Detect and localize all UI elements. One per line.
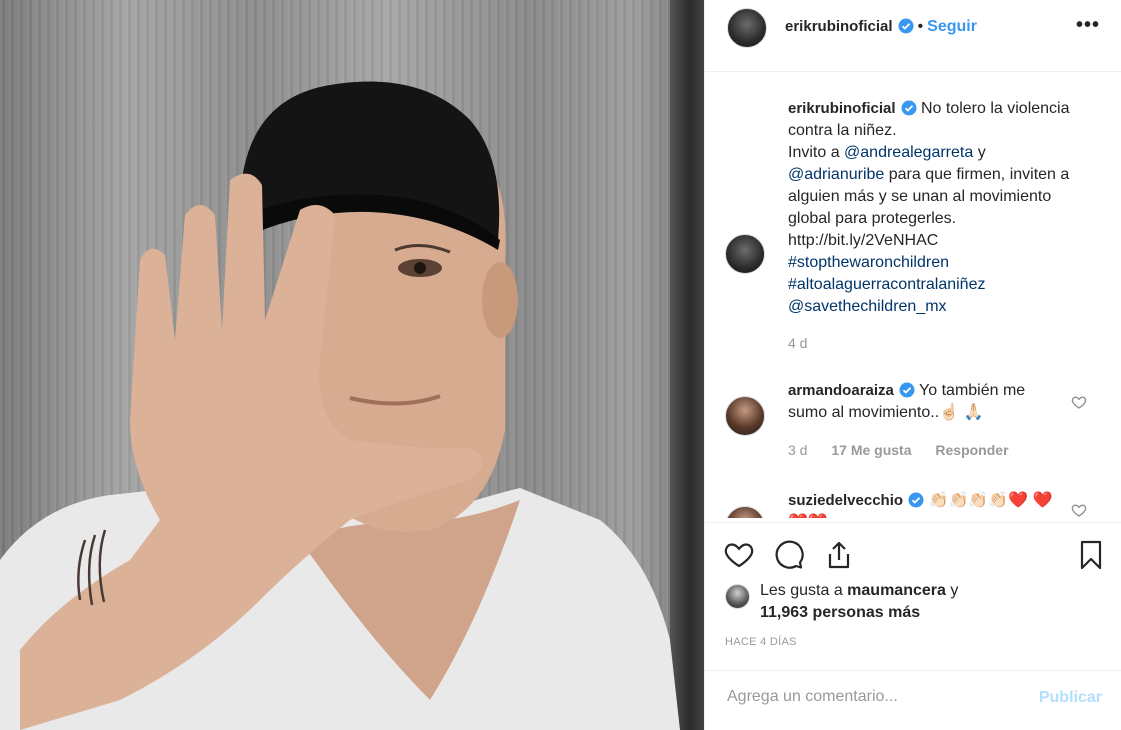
action-bar bbox=[705, 522, 1121, 582]
comment-actions: 3 d 17 Me gusta Responder bbox=[788, 442, 1029, 458]
like-heart-icon[interactable] bbox=[723, 539, 755, 571]
comment-time[interactable]: 3 d bbox=[788, 442, 807, 458]
likes-text: Les gusta a maumancera y 11,963 personas… bbox=[760, 580, 1080, 624]
comment-input[interactable] bbox=[725, 687, 1009, 707]
verified-badge-icon bbox=[898, 18, 914, 34]
author-username[interactable]: erikrubinoficial bbox=[785, 18, 893, 35]
comment-likes-count[interactable]: 17 Me gusta bbox=[831, 442, 911, 458]
commenter-avatar[interactable] bbox=[725, 396, 765, 436]
post-date[interactable]: HACE 4 DÍAS bbox=[725, 636, 797, 648]
add-comment-bar: Publicar bbox=[705, 670, 1121, 730]
likes-count[interactable]: 11,963 personas más bbox=[760, 604, 920, 621]
caption-text-invite: Invito a bbox=[788, 144, 845, 161]
comment-like-heart-icon[interactable] bbox=[1071, 502, 1087, 518]
mention-link[interactable]: @adrianuribe bbox=[788, 166, 884, 183]
comment-like-heart-icon[interactable] bbox=[1071, 394, 1087, 410]
caption-body: erikrubinoficial No tolero la violencia … bbox=[788, 98, 1088, 354]
verified-badge-icon bbox=[899, 382, 915, 398]
caption-url: http://bit.ly/2VeNHAC bbox=[788, 232, 939, 249]
caption-text-and: y bbox=[973, 144, 986, 161]
bookmark-icon[interactable] bbox=[1075, 539, 1107, 571]
reply-button[interactable]: Responder bbox=[935, 442, 1008, 458]
likes-suffix: y bbox=[945, 582, 959, 599]
post-image[interactable] bbox=[0, 0, 704, 730]
commenter-avatar[interactable] bbox=[725, 506, 765, 518]
post-header: erikrubinoficial • Seguir ••• bbox=[705, 0, 1121, 72]
header-user-line: erikrubinoficial • Seguir bbox=[785, 18, 977, 36]
post-sidebar: erikrubinoficial • Seguir ••• erikrubino… bbox=[704, 0, 1121, 730]
comment-bubble-icon[interactable] bbox=[773, 539, 805, 571]
commenter-username[interactable]: armandoaraiza bbox=[788, 382, 894, 399]
separator-dot: • bbox=[917, 18, 923, 35]
hashtag-link[interactable]: #stopthewaronchildren bbox=[788, 254, 949, 271]
publish-button[interactable]: Publicar bbox=[1039, 689, 1102, 707]
author-avatar[interactable] bbox=[727, 8, 767, 48]
commenter-username[interactable]: suziedelvecchio bbox=[788, 492, 903, 509]
comment-body: armandoaraiza Yo también me sumo al movi… bbox=[788, 380, 1068, 424]
caption-avatar[interactable] bbox=[725, 234, 765, 274]
share-icon[interactable] bbox=[823, 539, 855, 571]
caption-username[interactable]: erikrubinoficial bbox=[788, 100, 896, 117]
comment-body: suziedelvecchio 👏🏻👏🏻👏🏻👏🏻❤️ ❤️❤️❤️ bbox=[788, 490, 1068, 518]
mention-link[interactable]: @andrealegarreta bbox=[844, 144, 973, 161]
likes-prefix: Les gusta a bbox=[760, 582, 848, 599]
hashtag-link[interactable]: #altoalaguerracontralaniñez bbox=[788, 276, 985, 293]
more-options-icon[interactable]: ••• bbox=[1076, 14, 1100, 37]
caption-time[interactable]: 4 d bbox=[788, 332, 1088, 354]
verified-badge-icon bbox=[901, 100, 917, 116]
verified-badge-icon bbox=[908, 492, 924, 508]
follow-button[interactable]: Seguir bbox=[927, 18, 977, 35]
liker-username[interactable]: maumancera bbox=[847, 582, 946, 599]
photo-illustration bbox=[0, 81, 680, 730]
comments-list[interactable]: erikrubinoficial No tolero la violencia … bbox=[705, 72, 1121, 518]
liker-avatar[interactable] bbox=[725, 584, 750, 609]
mention-link[interactable]: @savethechildren_mx bbox=[788, 298, 947, 315]
